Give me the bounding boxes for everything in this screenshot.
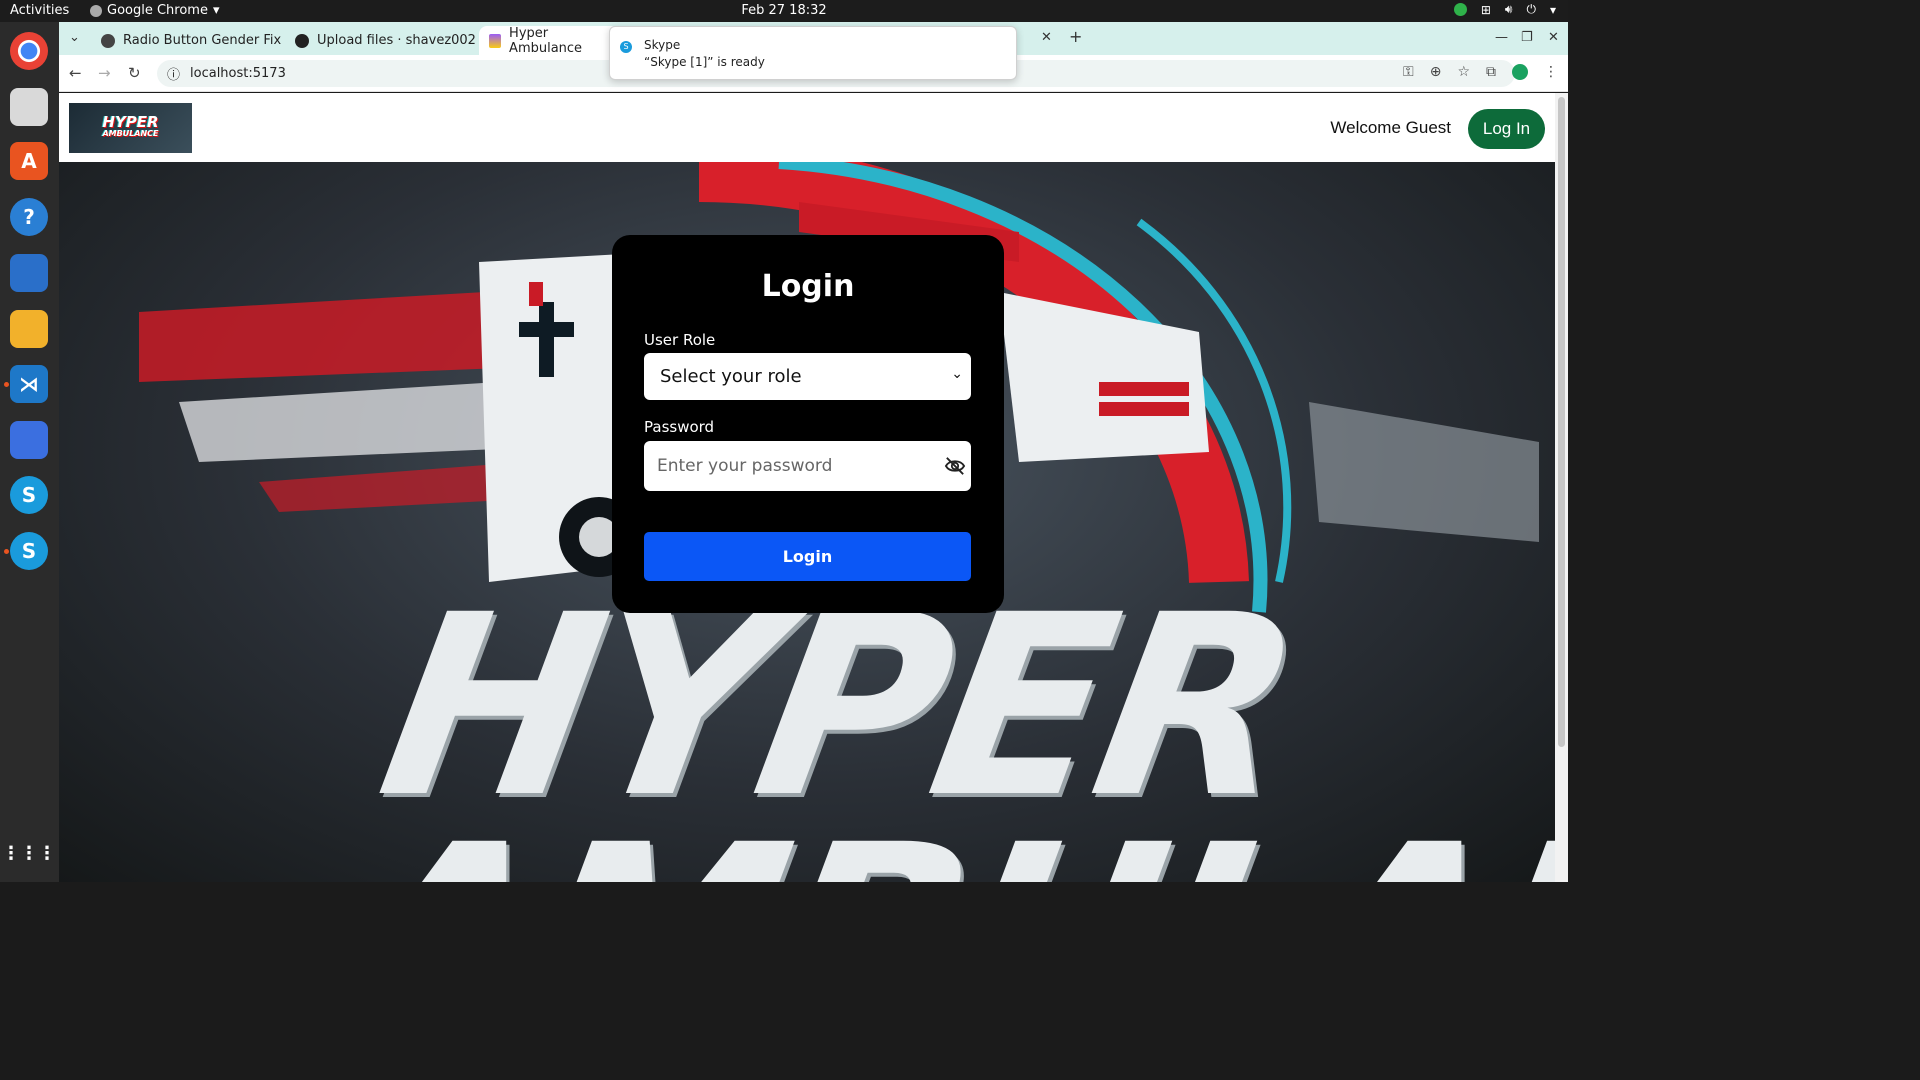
role-select-value: Select your role xyxy=(660,366,802,387)
window-close-icon[interactable]: ✕ xyxy=(1548,30,1559,45)
bookmark-star-icon[interactable]: ☆ xyxy=(1457,64,1470,80)
scrollbar-thumb[interactable] xyxy=(1558,97,1565,747)
skype-dock-icon[interactable]: S xyxy=(10,476,48,514)
notification-message: “Skype [1]” is ready xyxy=(644,55,765,69)
welcome-text: Welcome Guest xyxy=(1330,118,1451,137)
new-tab-icon[interactable]: + xyxy=(1069,27,1082,46)
password-input[interactable] xyxy=(644,441,971,491)
url-text: localhost:5173 xyxy=(190,66,286,81)
hero-title-line2: AMBULANCE xyxy=(323,791,1555,882)
skype-dock-icon-2[interactable]: S xyxy=(10,532,48,570)
chevron-down-icon: ⌄ xyxy=(951,366,963,382)
vite-favicon-icon xyxy=(489,33,502,48)
extensions-icon[interactable]: ⧉ xyxy=(1486,64,1496,80)
eye-off-icon[interactable] xyxy=(944,456,966,476)
network-icon[interactable]: ⊞ xyxy=(1481,3,1491,17)
app-center-dock-icon[interactable]: A xyxy=(10,142,48,180)
login-submit-button[interactable]: Login xyxy=(644,532,971,581)
app-menu[interactable]: Google Chrome ▾ xyxy=(90,3,220,18)
activities-button[interactable]: Activities xyxy=(10,3,69,18)
app-menu-label: Google Chrome xyxy=(107,3,208,18)
chatgpt-favicon-icon xyxy=(101,33,115,48)
login-title: Login xyxy=(761,269,855,304)
tab-title: Radio Button Gender Fix xyxy=(123,33,282,48)
maximize-icon[interactable]: ❐ xyxy=(1521,30,1533,45)
role-select[interactable]: Select your role ⌄ xyxy=(644,353,971,400)
page-scrollbar[interactable] xyxy=(1555,93,1568,882)
site-info-icon[interactable]: ⓘ xyxy=(167,64,180,83)
tab-radio-button[interactable]: Radio Button Gender Fix ✕ xyxy=(91,26,316,55)
password-label: Password xyxy=(644,418,715,436)
notification-app-name: Skype xyxy=(644,38,681,52)
vscode-dock-icon[interactable]: ⋊ xyxy=(10,365,48,403)
chrome-dock-icon[interactable] xyxy=(10,32,48,70)
screenshot-dock-icon[interactable] xyxy=(10,421,48,459)
back-icon[interactable]: ← xyxy=(69,64,82,82)
files-dock-icon[interactable] xyxy=(10,88,48,126)
update-icon[interactable] xyxy=(1453,3,1467,16)
clock[interactable]: Feb 27 18:32 xyxy=(0,3,1568,18)
tab-title: Upload files · shavez002 xyxy=(317,33,476,48)
dock: A ? ⋊ S S ⋮⋮⋮ xyxy=(0,22,59,882)
skype-notification[interactable]: S Skype “Skype [1]” is ready xyxy=(609,26,1017,80)
web-page: HYPER AMBULANCE Welcome Guest Log In HYP… xyxy=(59,93,1555,882)
site-header: HYPER AMBULANCE Welcome Guest Log In xyxy=(59,93,1555,162)
running-indicator xyxy=(4,549,9,554)
system-tray[interactable]: ⊞ 🔊︎ ⏻ ▾ xyxy=(1453,2,1556,17)
kebab-menu-icon[interactable]: ⋮ xyxy=(1544,64,1558,80)
skype-icon: S xyxy=(620,41,632,53)
login-card: Login User Role Select your role ⌄ Passw… xyxy=(612,235,1004,613)
running-indicator xyxy=(4,382,9,387)
caret-down-icon: ▾ xyxy=(212,3,220,18)
help-dock-icon[interactable]: ? xyxy=(10,198,48,236)
tab-upload-files[interactable]: Upload files · shavez002 ✕ xyxy=(285,26,511,55)
zoom-icon[interactable]: ⊕ xyxy=(1430,64,1442,80)
close-icon[interactable]: ✕ xyxy=(1041,30,1052,45)
logo-line2: AMBULANCE xyxy=(102,129,159,138)
tab-title: Hyper Ambulance xyxy=(509,25,583,56)
reload-icon[interactable]: ↻ xyxy=(128,64,141,82)
forward-icon[interactable]: → xyxy=(98,64,111,82)
password-key-icon[interactable]: ⚿ xyxy=(1403,64,1414,80)
role-label: User Role xyxy=(644,331,716,349)
hero-title: HYPER AMBULANCE xyxy=(323,561,1555,882)
toolbar-actions: ⚿ ⊕ ☆ ⧉ ⋮ xyxy=(1403,64,1558,80)
calculator-dock-icon[interactable] xyxy=(10,310,48,348)
chrome-icon xyxy=(90,4,102,17)
tray-chevron-icon[interactable]: ▾ xyxy=(1550,3,1556,17)
tab-search-icon[interactable]: ⌄ xyxy=(69,30,80,45)
profile-avatar[interactable] xyxy=(1512,64,1528,80)
hero-background: HYPER AMBULANCE Login User Role Select y… xyxy=(59,162,1555,882)
header-login-button[interactable]: Log In xyxy=(1468,109,1545,149)
github-favicon-icon xyxy=(295,33,309,48)
system-top-bar: Activities Google Chrome ▾ Feb 27 18:32 … xyxy=(0,0,1568,22)
minimize-icon[interactable]: — xyxy=(1495,30,1508,45)
writer-dock-icon[interactable] xyxy=(10,254,48,292)
tab-hyper-ambulance[interactable]: Hyper Ambulance xyxy=(479,25,619,56)
volume-icon[interactable]: 🔊︎ xyxy=(1505,2,1513,17)
power-icon[interactable]: ⏻ xyxy=(1526,2,1536,17)
site-logo[interactable]: HYPER AMBULANCE xyxy=(69,103,192,153)
show-apps-icon[interactable]: ⋮⋮⋮ xyxy=(2,834,56,872)
